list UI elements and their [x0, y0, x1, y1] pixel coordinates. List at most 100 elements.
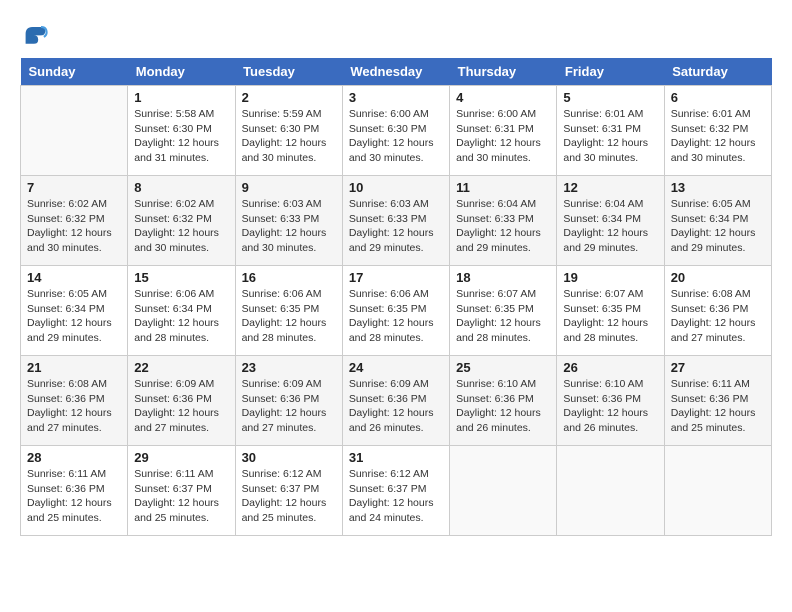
calendar-day-cell: 13 Sunrise: 6:05 AMSunset: 6:34 PMDayligh… [664, 176, 771, 266]
day-number: 18 [456, 270, 550, 285]
day-info: Sunrise: 5:59 AMSunset: 6:30 PMDaylight:… [242, 107, 336, 166]
calendar-day-cell: 16Sunrise: 6:06 AMSunset: 6:35 PMDayligh… [235, 266, 342, 356]
day-number: 21 [27, 360, 121, 375]
calendar-day-cell: 3 Sunrise: 6:00 AMSunset: 6:30 PMDaylight… [342, 86, 449, 176]
day-number: 3 [349, 90, 443, 105]
calendar-day-cell: 31 Sunrise: 6:12 AMSunset: 6:37 PMDayligh… [342, 446, 449, 536]
day-number: 19 [563, 270, 657, 285]
page-header [20, 20, 772, 48]
calendar-day-cell: 24 Sunrise: 6:09 AMSunset: 6:36 PMDayligh… [342, 356, 449, 446]
day-number: 10 [349, 180, 443, 195]
calendar-day-cell: 26 Sunrise: 6:10 AMSunset: 6:36 PMDayligh… [557, 356, 664, 446]
calendar-day-cell: 15 Sunrise: 6:06 AMSunset: 6:34 PMDayligh… [128, 266, 235, 356]
weekday-header-friday: Friday [557, 58, 664, 86]
calendar-day-cell: 7Sunrise: 6:02 AMSunset: 6:32 PMDaylight… [21, 176, 128, 266]
day-info: Sunrise: 6:07 AMSunset: 6:35 PMDaylight:… [563, 287, 657, 346]
day-info: Sunrise: 6:11 AMSunset: 6:36 PMDaylight:… [27, 467, 121, 526]
calendar-week-row: 28 Sunrise: 6:11 AMSunset: 6:36 PMDayligh… [21, 446, 772, 536]
day-number: 14 [27, 270, 121, 285]
day-info: Sunrise: 6:11 AMSunset: 6:36 PMDaylight:… [671, 377, 765, 436]
calendar-day-cell: 10 Sunrise: 6:03 AMSunset: 6:33 PMDayligh… [342, 176, 449, 266]
day-info: Sunrise: 6:03 AMSunset: 6:33 PMDaylight:… [242, 197, 336, 256]
day-number: 28 [27, 450, 121, 465]
day-info: Sunrise: 6:00 AMSunset: 6:30 PMDaylight:… [349, 107, 443, 166]
calendar-week-row: 14 Sunrise: 6:05 AMSunset: 6:34 PMDayligh… [21, 266, 772, 356]
day-info: Sunrise: 6:11 AMSunset: 6:37 PMDaylight:… [134, 467, 228, 526]
day-number: 13 [671, 180, 765, 195]
day-info: Sunrise: 6:12 AMSunset: 6:37 PMDaylight:… [349, 467, 443, 526]
day-number: 26 [563, 360, 657, 375]
calendar-day-cell: 28 Sunrise: 6:11 AMSunset: 6:36 PMDayligh… [21, 446, 128, 536]
calendar-day-cell: 4 Sunrise: 6:00 AMSunset: 6:31 PMDaylight… [450, 86, 557, 176]
calendar-day-cell: 12Sunrise: 6:04 AMSunset: 6:34 PMDayligh… [557, 176, 664, 266]
calendar-week-row: 7Sunrise: 6:02 AMSunset: 6:32 PMDaylight… [21, 176, 772, 266]
weekday-header-sunday: Sunday [21, 58, 128, 86]
calendar-day-cell: 22 Sunrise: 6:09 AMSunset: 6:36 PMDayligh… [128, 356, 235, 446]
day-number: 9 [242, 180, 336, 195]
calendar-day-cell [557, 446, 664, 536]
day-info: Sunrise: 6:01 AMSunset: 6:32 PMDaylight:… [671, 107, 765, 166]
day-info: Sunrise: 6:03 AMSunset: 6:33 PMDaylight:… [349, 197, 443, 256]
day-number: 20 [671, 270, 765, 285]
calendar-day-cell: 17 Sunrise: 6:06 AMSunset: 6:35 PMDayligh… [342, 266, 449, 356]
calendar-day-cell: 21 Sunrise: 6:08 AMSunset: 6:36 PMDayligh… [21, 356, 128, 446]
day-number: 22 [134, 360, 228, 375]
calendar-day-cell: 25 Sunrise: 6:10 AMSunset: 6:36 PMDayligh… [450, 356, 557, 446]
day-number: 27 [671, 360, 765, 375]
logo-icon [20, 20, 48, 48]
day-info: Sunrise: 6:12 AMSunset: 6:37 PMDaylight:… [242, 467, 336, 526]
calendar-day-cell [450, 446, 557, 536]
day-info: Sunrise: 6:05 AMSunset: 6:34 PMDaylight:… [671, 197, 765, 256]
day-number: 17 [349, 270, 443, 285]
calendar-day-cell [664, 446, 771, 536]
day-info: Sunrise: 6:08 AMSunset: 6:36 PMDaylight:… [671, 287, 765, 346]
day-number: 24 [349, 360, 443, 375]
day-info: Sunrise: 6:10 AMSunset: 6:36 PMDaylight:… [563, 377, 657, 436]
day-number: 15 [134, 270, 228, 285]
day-info: Sunrise: 6:01 AMSunset: 6:31 PMDaylight:… [563, 107, 657, 166]
calendar-day-cell: 27 Sunrise: 6:11 AMSunset: 6:36 PMDayligh… [664, 356, 771, 446]
day-info: Sunrise: 6:09 AMSunset: 6:36 PMDaylight:… [134, 377, 228, 436]
day-info: Sunrise: 6:06 AMSunset: 6:34 PMDaylight:… [134, 287, 228, 346]
calendar-day-cell: 18Sunrise: 6:07 AMSunset: 6:35 PMDayligh… [450, 266, 557, 356]
calendar-week-row: 1 Sunrise: 5:58 AMSunset: 6:30 PMDaylight… [21, 86, 772, 176]
calendar-day-cell: 5 Sunrise: 6:01 AMSunset: 6:31 PMDaylight… [557, 86, 664, 176]
day-info: Sunrise: 6:05 AMSunset: 6:34 PMDaylight:… [27, 287, 121, 346]
weekday-header-thursday: Thursday [450, 58, 557, 86]
day-number: 29 [134, 450, 228, 465]
weekday-header-row: SundayMondayTuesdayWednesdayThursdayFrid… [21, 58, 772, 86]
logo [20, 20, 52, 48]
calendar-day-cell: 9 Sunrise: 6:03 AMSunset: 6:33 PMDaylight… [235, 176, 342, 266]
day-info: Sunrise: 6:00 AMSunset: 6:31 PMDaylight:… [456, 107, 550, 166]
day-number: 11 [456, 180, 550, 195]
calendar-day-cell: 30 Sunrise: 6:12 AMSunset: 6:37 PMDayligh… [235, 446, 342, 536]
weekday-header-tuesday: Tuesday [235, 58, 342, 86]
weekday-header-monday: Monday [128, 58, 235, 86]
day-number: 5 [563, 90, 657, 105]
day-number: 12 [563, 180, 657, 195]
day-number: 31 [349, 450, 443, 465]
weekday-header-saturday: Saturday [664, 58, 771, 86]
day-info: Sunrise: 6:02 AMSunset: 6:32 PMDaylight:… [27, 197, 121, 256]
day-info: Sunrise: 6:09 AMSunset: 6:36 PMDaylight:… [242, 377, 336, 436]
day-info: Sunrise: 6:06 AMSunset: 6:35 PMDaylight:… [242, 287, 336, 346]
calendar-day-cell: 8 Sunrise: 6:02 AMSunset: 6:32 PMDaylight… [128, 176, 235, 266]
day-info: Sunrise: 6:06 AMSunset: 6:35 PMDaylight:… [349, 287, 443, 346]
day-number: 4 [456, 90, 550, 105]
day-info: Sunrise: 5:58 AMSunset: 6:30 PMDaylight:… [134, 107, 228, 166]
day-info: Sunrise: 6:09 AMSunset: 6:36 PMDaylight:… [349, 377, 443, 436]
day-info: Sunrise: 6:02 AMSunset: 6:32 PMDaylight:… [134, 197, 228, 256]
day-info: Sunrise: 6:08 AMSunset: 6:36 PMDaylight:… [27, 377, 121, 436]
day-number: 8 [134, 180, 228, 195]
calendar-day-cell [21, 86, 128, 176]
calendar-day-cell: 2Sunrise: 5:59 AMSunset: 6:30 PMDaylight… [235, 86, 342, 176]
day-info: Sunrise: 6:10 AMSunset: 6:36 PMDaylight:… [456, 377, 550, 436]
calendar-day-cell: 23 Sunrise: 6:09 AMSunset: 6:36 PMDayligh… [235, 356, 342, 446]
calendar-day-cell: 19 Sunrise: 6:07 AMSunset: 6:35 PMDayligh… [557, 266, 664, 356]
day-number: 23 [242, 360, 336, 375]
day-number: 1 [134, 90, 228, 105]
day-number: 6 [671, 90, 765, 105]
day-number: 30 [242, 450, 336, 465]
day-number: 25 [456, 360, 550, 375]
calendar-day-cell: 11Sunrise: 6:04 AMSunset: 6:33 PMDayligh… [450, 176, 557, 266]
